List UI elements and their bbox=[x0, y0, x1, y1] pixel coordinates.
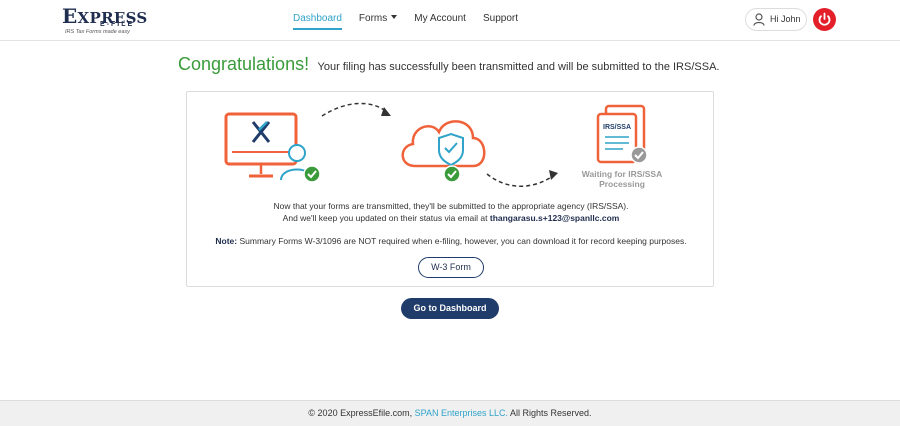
chevron-down-icon bbox=[391, 15, 398, 19]
nav-support[interactable]: Support bbox=[483, 0, 518, 41]
user-greeting: Hi John bbox=[770, 14, 801, 24]
user-email: thangarasu.s+123@spanllc.com bbox=[489, 213, 620, 223]
logo-tagline: IRS Tax Forms made easy bbox=[65, 29, 130, 35]
main-nav: Dashboard Forms My Account Support bbox=[293, 0, 535, 41]
logout-button[interactable] bbox=[813, 8, 836, 31]
footer-span-link[interactable]: SPAN Enterprises LLC. bbox=[415, 408, 508, 418]
go-to-dashboard-button[interactable]: Go to Dashboard bbox=[401, 298, 499, 319]
user-icon bbox=[753, 13, 765, 26]
logo-e-letter: E bbox=[62, 4, 78, 28]
footer-copyright: © 2020 ExpressEfile.com, bbox=[308, 408, 413, 418]
nav-my-account[interactable]: My Account bbox=[414, 0, 466, 41]
nav-forms[interactable]: Forms bbox=[359, 0, 398, 41]
top-header: EXPRESS E-FILE IRS Tax Forms made easy D… bbox=[0, 0, 900, 41]
note-text: Summary Forms W-3/1096 are NOT required … bbox=[239, 236, 687, 246]
success-headline: Congratulations! Your filing has success… bbox=[178, 54, 738, 75]
summary-note: Note: Summary Forms W-3/1096 are NOT req… bbox=[187, 236, 715, 246]
waiting-status: Waiting for IRS/SSA Processing bbox=[571, 169, 673, 189]
success-message: Your filing has successfully been transm… bbox=[317, 61, 720, 73]
check-circle-icon bbox=[630, 146, 648, 164]
nav-dashboard[interactable]: Dashboard bbox=[293, 0, 342, 41]
dashed-arrow-icon bbox=[486, 170, 558, 187]
document-label: IRS/SSA bbox=[603, 124, 631, 131]
footer-rights: All Rights Reserved. bbox=[510, 408, 592, 418]
logo-subword: E-FILE bbox=[100, 21, 135, 28]
check-circle-icon bbox=[443, 165, 461, 183]
express-efile-logo[interactable]: EXPRESS E-FILE IRS Tax Forms made easy bbox=[62, 4, 147, 38]
status-card: IRS/SSA Waiting for IRS/SSA Processing N… bbox=[186, 91, 714, 287]
cloud-shield-icon bbox=[401, 120, 486, 168]
note-label: Note: bbox=[215, 236, 238, 246]
footer: © 2020 ExpressEfile.com, SPAN Enterprise… bbox=[0, 400, 900, 426]
power-icon bbox=[818, 12, 831, 26]
check-circle-icon bbox=[303, 165, 321, 183]
dashed-arrow-icon bbox=[321, 102, 391, 117]
waiting-line-1: Waiting for IRS/SSA bbox=[581, 169, 663, 179]
email-update-message: And we'll keep you updated on their stat… bbox=[282, 213, 620, 223]
monitor-icon bbox=[224, 112, 298, 178]
waiting-line-2: Processing bbox=[599, 179, 645, 189]
user-menu-button[interactable]: Hi John bbox=[745, 8, 807, 31]
transmitted-message: Now that your forms are transmitted, the… bbox=[273, 201, 629, 211]
congratulations-title: Congratulations! bbox=[178, 54, 310, 74]
w3-form-button[interactable]: W-3 Form bbox=[418, 257, 484, 278]
